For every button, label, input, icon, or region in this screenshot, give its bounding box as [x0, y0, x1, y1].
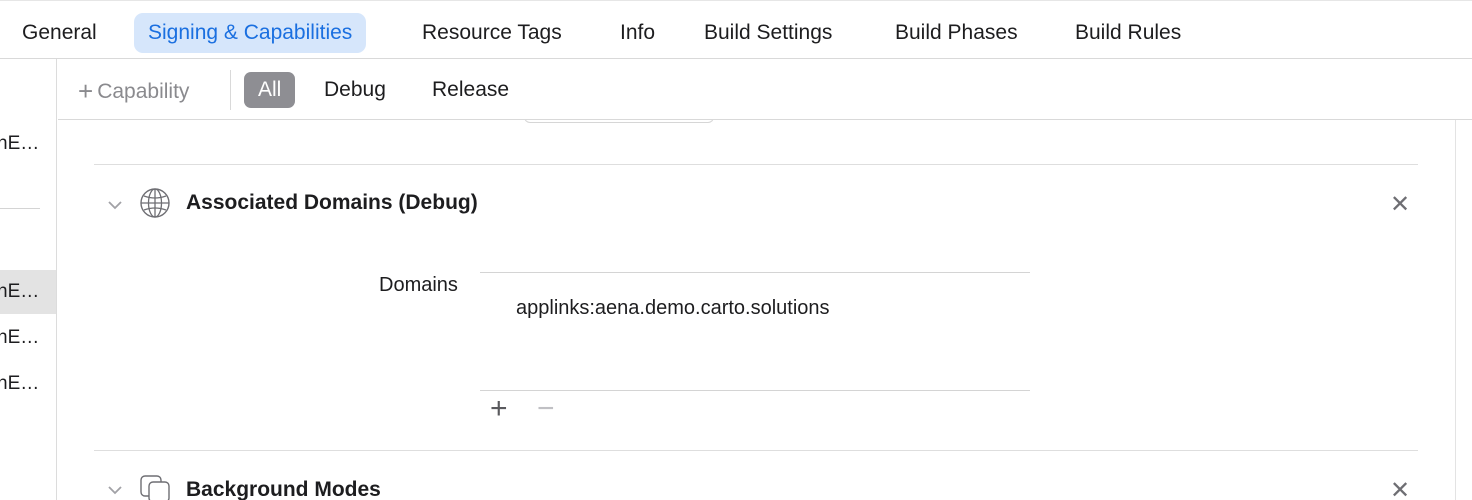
capability-filter-bar: + Capability All Debug Release — [58, 60, 1472, 120]
sidebar-item-label: nE… — [0, 133, 40, 154]
domain-entry[interactable]: applinks:aena.demo.carto.solutions — [516, 297, 830, 320]
remove-capability-button[interactable]: ✕ — [1390, 190, 1410, 219]
capabilities-content: Associated Domains (Debug) ✕ Domains app… — [58, 120, 1455, 500]
sidebar-item-target-selected[interactable]: nE… — [0, 270, 56, 314]
filter-separator — [230, 70, 231, 110]
sidebar-item-label: nE… — [0, 281, 40, 302]
remove-domain-button[interactable]: − — [537, 392, 555, 426]
plus-icon: + — [78, 76, 94, 106]
config-debug-segment[interactable]: Debug — [324, 72, 386, 108]
tab-build-phases[interactable]: Build Phases — [895, 13, 1018, 53]
tab-build-settings[interactable]: Build Settings — [704, 13, 832, 53]
tab-resource-tags[interactable]: Resource Tags — [422, 13, 562, 53]
chevron-down-icon[interactable] — [108, 483, 122, 497]
sidebar-item-target[interactable]: nE… — [0, 362, 56, 406]
sidebar-item-target[interactable]: nE… — [0, 316, 56, 360]
sidebar-item-label: nE… — [0, 373, 40, 394]
background-modes-title: Background Modes — [186, 478, 381, 500]
sidebar-item-project[interactable]: nE… — [0, 122, 56, 166]
sidebar-divider — [0, 208, 40, 209]
tab-signing-capabilities[interactable]: Signing & Capabilities — [134, 13, 367, 53]
config-release-segment[interactable]: Release — [432, 72, 509, 108]
domains-field-label: Domains — [379, 274, 458, 296]
domains-list[interactable]: applinks:aena.demo.carto.solutions — [480, 272, 1030, 391]
previous-capability-field — [524, 120, 714, 123]
section-divider — [94, 450, 1418, 451]
content-right-border — [1455, 120, 1456, 500]
tab-general[interactable]: General — [22, 13, 97, 53]
editor-tab-bar: General Signing & Capabilities Resource … — [0, 0, 1472, 59]
tab-info[interactable]: Info — [620, 13, 655, 53]
add-capability-label: Capability — [97, 80, 190, 103]
chevron-down-icon[interactable] — [108, 198, 122, 212]
tab-build-rules[interactable]: Build Rules — [1075, 13, 1181, 53]
add-capability-button[interactable]: + Capability — [78, 76, 189, 107]
associated-domains-title: Associated Domains (Debug) — [186, 191, 478, 214]
remove-capability-button[interactable]: ✕ — [1390, 476, 1410, 500]
globe-icon — [140, 188, 170, 218]
config-all-segment[interactable]: All — [244, 72, 296, 108]
targets-sidebar: nE… nE… nE… nE… — [0, 59, 57, 500]
section-divider — [94, 164, 1418, 165]
sidebar-item-label: nE… — [0, 327, 40, 348]
add-domain-button[interactable]: + — [490, 392, 508, 426]
background-modes-icon — [140, 475, 170, 500]
